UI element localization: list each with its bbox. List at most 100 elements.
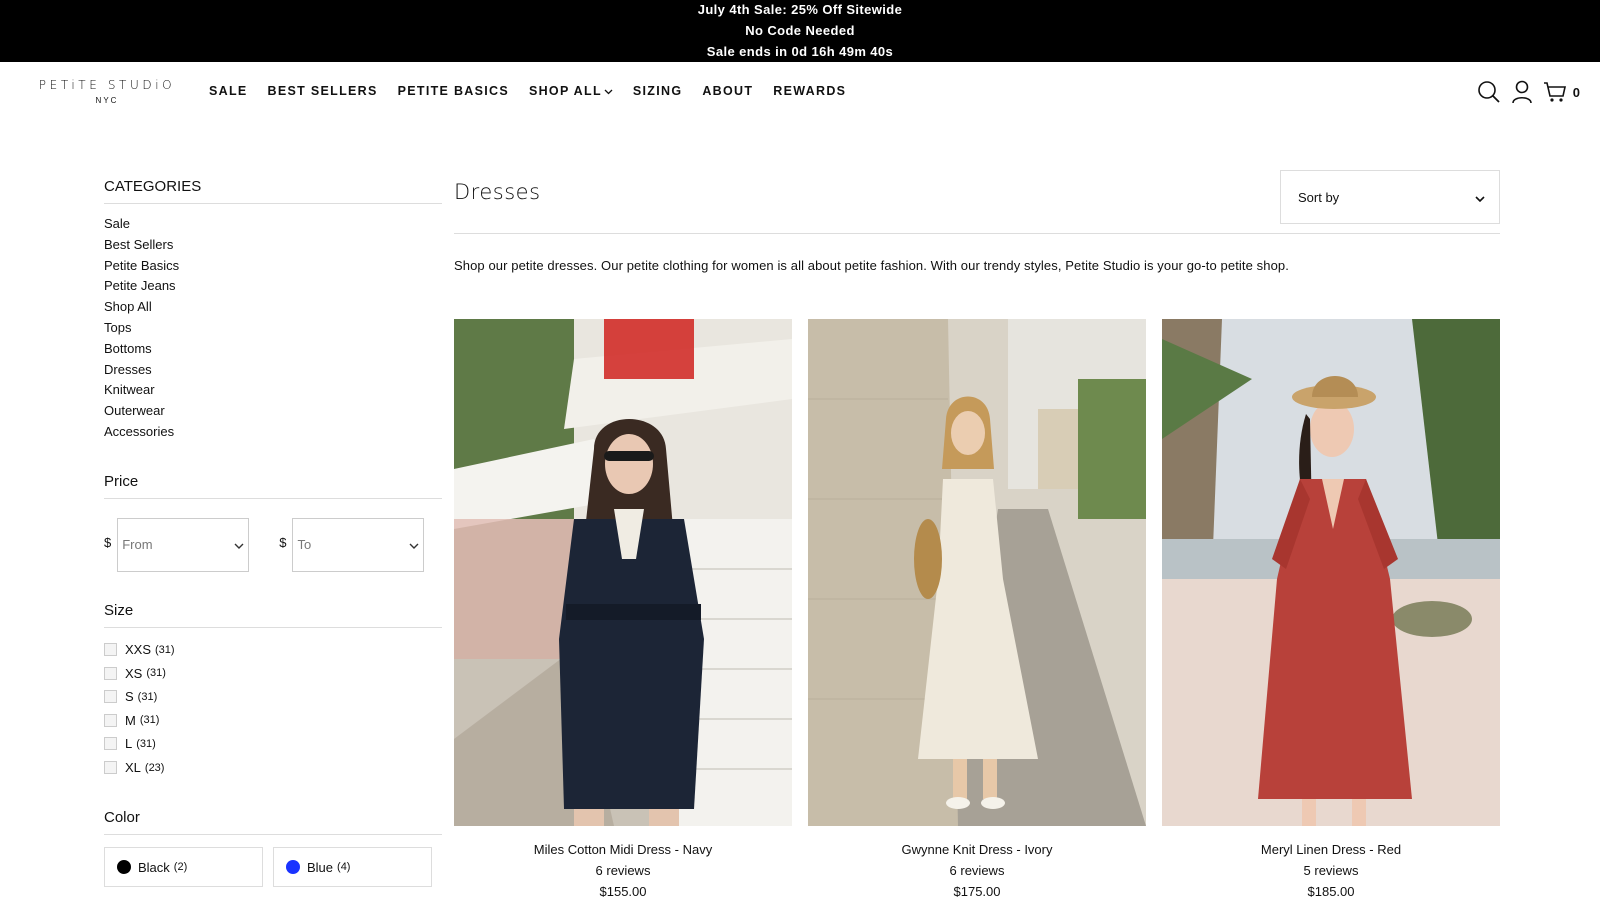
category-link[interactable]: Petite Jeans: [104, 276, 442, 297]
product-image[interactable]: [454, 319, 792, 826]
color-count: (2): [173, 861, 188, 874]
category-link[interactable]: Shop All: [104, 297, 442, 318]
category-link[interactable]: Dresses: [104, 360, 442, 381]
color-filter: Color Black (2) Blue (4): [104, 809, 442, 888]
product-name[interactable]: Gwynne Knit Dress - Ivory: [808, 842, 1146, 857]
collection-description: Shop our petite dresses. Our petite clot…: [454, 258, 1289, 273]
category-link[interactable]: Outerwear: [104, 401, 442, 422]
cart-count: 0: [1572, 84, 1580, 100]
announcement-line: July 4th Sale: 25% Off Sitewide: [697, 2, 903, 17]
currency-symbol: $: [279, 535, 287, 551]
color-heading: Color: [104, 809, 442, 836]
header-icons: 0: [1467, 80, 1580, 104]
category-link[interactable]: Petite Basics: [104, 256, 442, 277]
product-image[interactable]: [808, 319, 1146, 826]
size-count: (31): [155, 643, 175, 656]
product-listing: Dresses Sort by Shop our petite dresses.…: [454, 170, 1500, 899]
size-count: (31): [146, 667, 166, 680]
size-option[interactable]: S (31): [104, 685, 442, 709]
nav-petite-basics[interactable]: PETITE BASICS: [398, 84, 509, 98]
currency-symbol: $: [104, 535, 112, 551]
sort-by-select[interactable]: Sort by: [1280, 170, 1500, 224]
price-to-select[interactable]: To: [292, 517, 425, 572]
size-label: S: [125, 689, 134, 705]
product-price: $155.00: [599, 884, 647, 899]
size-option[interactable]: M (31): [104, 709, 442, 733]
size-option[interactable]: XXS (31): [104, 638, 442, 662]
logo-wordmark: PETiTE STUDiO: [38, 78, 176, 92]
product-name[interactable]: Meryl Linen Dress - Red: [1162, 842, 1500, 857]
logo-subline: NYC: [95, 96, 119, 105]
sort-label: Sort by: [1298, 189, 1340, 205]
size-option[interactable]: L (31): [104, 732, 442, 756]
size-option[interactable]: XS (31): [104, 661, 442, 685]
size-label: L: [125, 736, 133, 752]
size-heading: Size: [104, 602, 442, 628]
price-from-placeholder: From: [122, 537, 153, 553]
product-reviews[interactable]: 6 reviews: [808, 863, 1146, 878]
cart-icon[interactable]: 0: [1543, 81, 1580, 103]
size-label: XXS: [125, 642, 152, 658]
size-count: (31): [137, 690, 158, 703]
category-link[interactable]: Tops: [104, 318, 442, 339]
price-from-select[interactable]: From: [117, 517, 250, 572]
product-reviews[interactable]: 6 reviews: [454, 863, 792, 878]
nav-about[interactable]: ABOUT: [702, 84, 753, 98]
category-link[interactable]: Bottoms: [104, 339, 442, 360]
page-title: Dresses: [454, 180, 541, 204]
size-options: XXS (31) XS (31) S (31) M (31) L (31) XL (23): [104, 638, 442, 780]
price-heading: Price: [104, 473, 442, 499]
nav-best-sellers[interactable]: BEST SELLERS: [268, 84, 378, 98]
nav-shop-all[interactable]: SHOP ALL: [529, 84, 613, 98]
size-option[interactable]: XL (23): [104, 756, 442, 780]
countdown-timer: Sale ends in 0d 16h 49m 40s: [706, 44, 894, 59]
size-checkbox[interactable]: [104, 737, 117, 751]
chevron-down-icon: [604, 84, 613, 98]
search-icon[interactable]: [1477, 80, 1501, 104]
main-nav: SALE BEST SELLERS PETITE BASICS SHOP ALL…: [209, 84, 866, 98]
color-label: Blue: [307, 859, 334, 875]
size-count: (31): [139, 714, 160, 727]
category-link[interactable]: Accessories: [104, 422, 442, 443]
size-label: XS: [125, 665, 143, 681]
color-swatch: [286, 860, 300, 875]
nav-sizing[interactable]: SIZING: [633, 84, 682, 98]
category-list: Sale Best Sellers Petite Basics Petite J…: [104, 214, 442, 443]
size-checkbox[interactable]: [104, 761, 117, 775]
size-checkbox[interactable]: [104, 666, 117, 680]
color-label: Black: [138, 859, 170, 875]
category-link[interactable]: Knitwear: [104, 380, 442, 401]
size-checkbox[interactable]: [104, 643, 117, 657]
site-logo[interactable]: PETiTE STUDiO NYC: [28, 78, 186, 105]
product-image[interactable]: [1162, 319, 1500, 826]
color-option-black[interactable]: Black (2): [104, 847, 263, 888]
chevron-down-icon: [409, 537, 419, 552]
nav-sale[interactable]: SALE: [209, 84, 248, 98]
product-price: $185.00: [1307, 884, 1355, 899]
price-to-placeholder: To: [297, 537, 312, 553]
color-option-blue[interactable]: Blue (4): [273, 847, 432, 888]
size-checkbox[interactable]: [104, 690, 117, 704]
product-card[interactable]: Meryl Linen Dress - Red 5 reviews $185.0…: [1162, 319, 1500, 899]
size-filter: Size XXS (31) XS (31) S (31) M (31) L (31) XL…: [104, 602, 442, 780]
product-grid: Miles Cotton Midi Dress - Navy 6 reviews…: [454, 319, 1500, 899]
product-card[interactable]: Gwynne Knit Dress - Ivory 6 reviews $175…: [808, 319, 1146, 899]
categories-heading: CATEGORIES: [104, 178, 442, 204]
product-name[interactable]: Miles Cotton Midi Dress - Navy: [454, 842, 792, 857]
color-swatch: [117, 860, 131, 875]
filter-sidebar: CATEGORIES Sale Best Sellers Petite Basi…: [104, 178, 442, 888]
size-label: M: [125, 712, 136, 728]
category-link[interactable]: Best Sellers: [104, 235, 442, 256]
category-link[interactable]: Sale: [104, 214, 442, 235]
size-count: (23): [144, 761, 165, 774]
price-filter: Price $ From $ To: [104, 473, 442, 572]
product-price: $175.00: [953, 884, 1001, 899]
chevron-down-icon: [1475, 190, 1485, 205]
account-icon[interactable]: [1511, 80, 1533, 104]
product-reviews[interactable]: 5 reviews: [1162, 863, 1500, 878]
product-card[interactable]: Miles Cotton Midi Dress - Navy 6 reviews…: [454, 319, 792, 899]
announcement-line: No Code Needed: [745, 23, 855, 38]
nav-rewards[interactable]: REWARDS: [773, 84, 846, 98]
size-checkbox[interactable]: [104, 713, 117, 727]
size-count: (31): [136, 737, 156, 750]
